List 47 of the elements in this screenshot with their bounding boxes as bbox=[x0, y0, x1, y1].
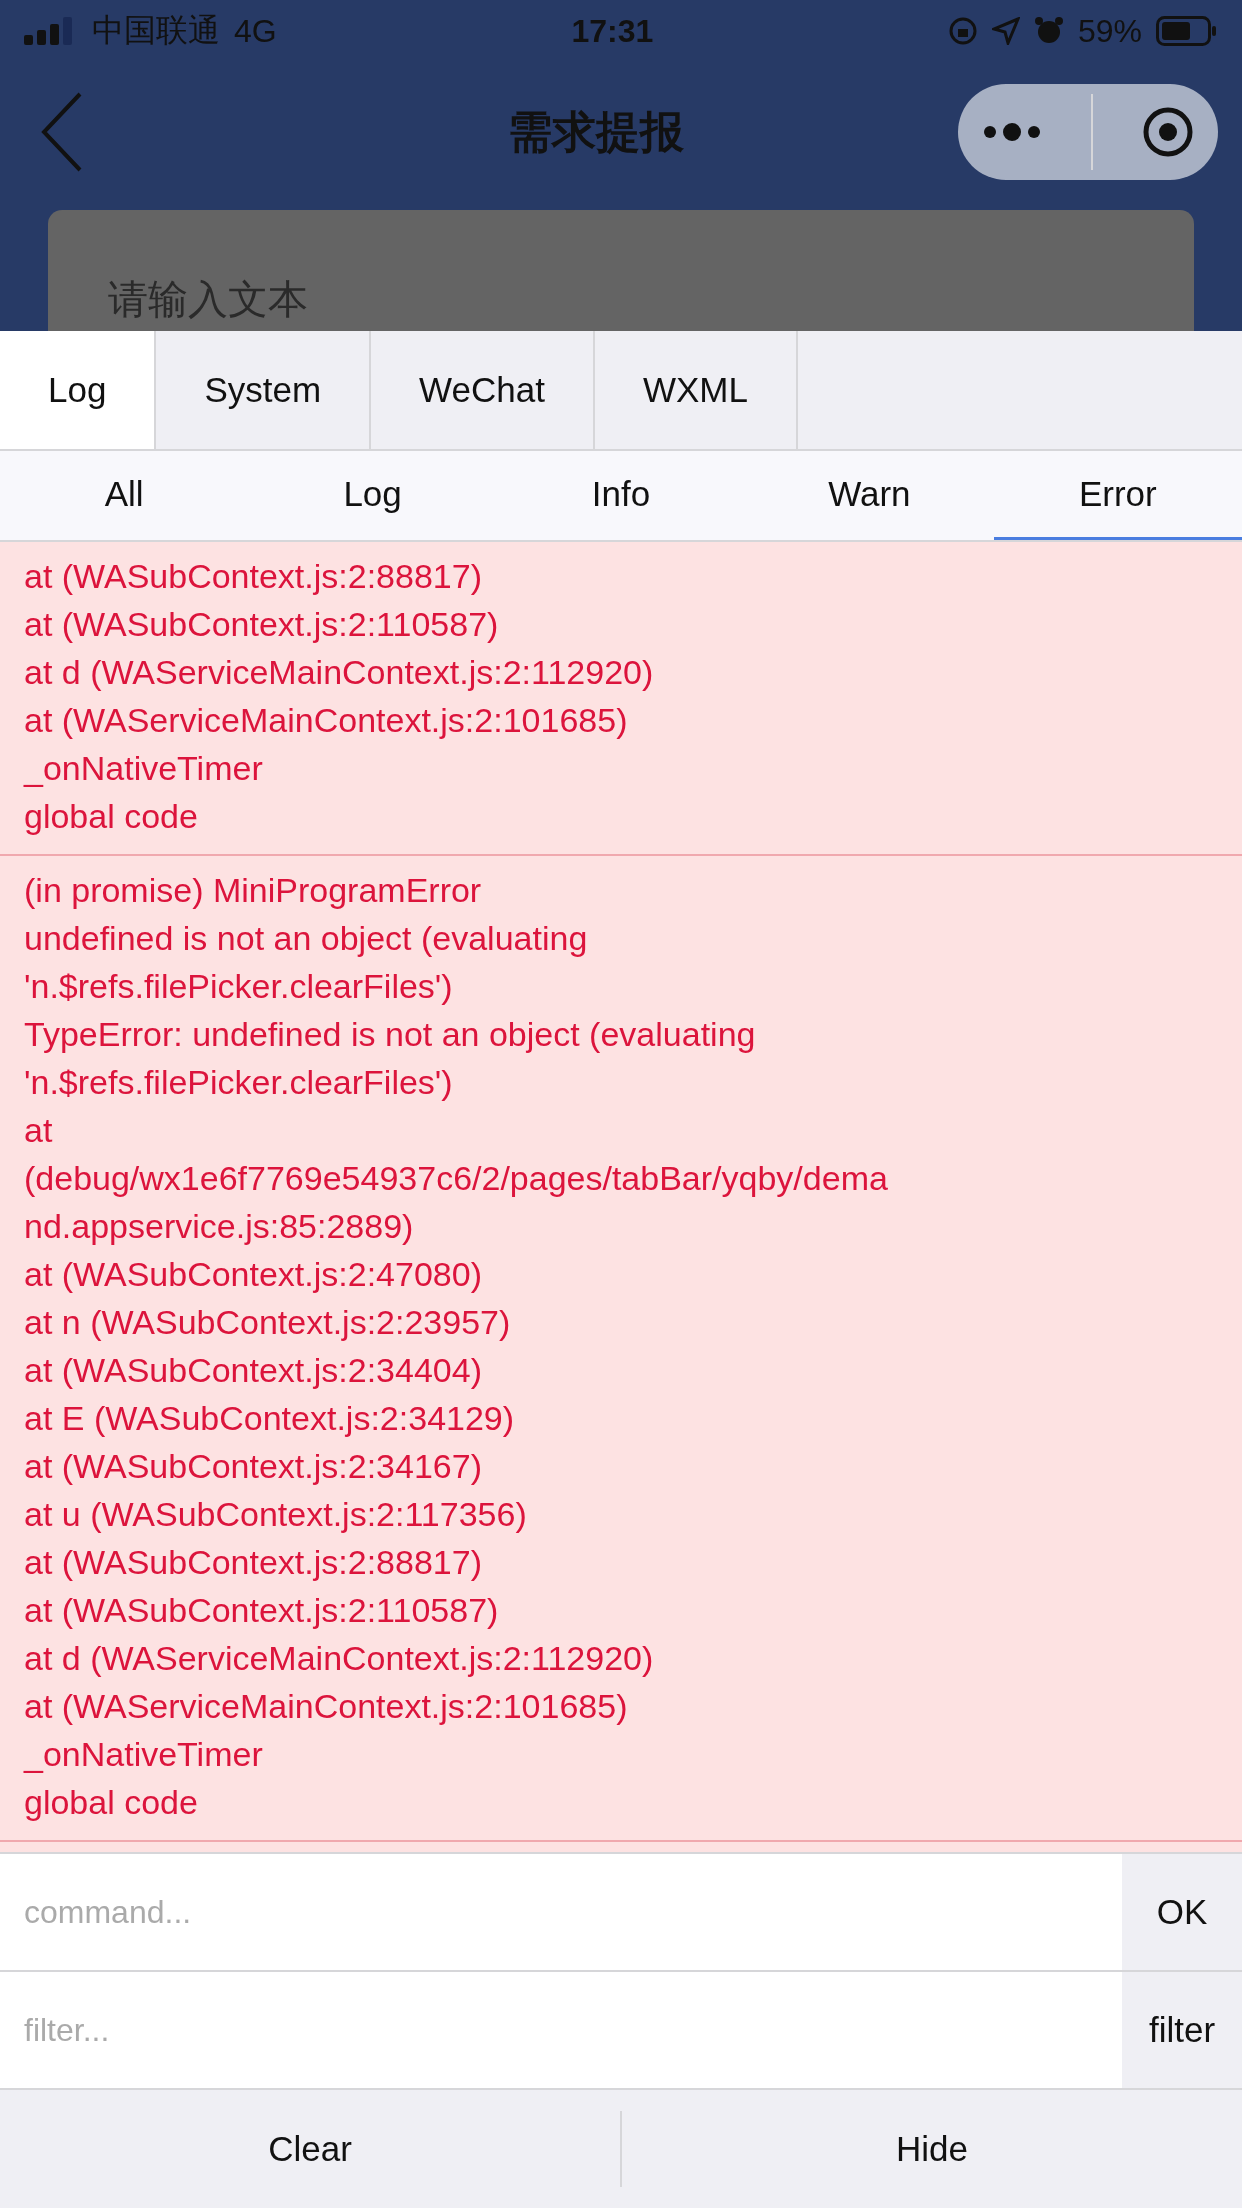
footer-button[interactable]: Hide bbox=[622, 2090, 1242, 2208]
log-line: (debug/wx1e6f7769e54937c6/2/pages/tabBar/yqby/dema bbox=[24, 1158, 889, 1199]
log-line: nd.appservice.js:85:2889) bbox=[24, 1206, 415, 1247]
log-line: at E (WASubContext.js:2:34129) bbox=[24, 1398, 516, 1439]
battery-percent: 59% bbox=[1077, 12, 1142, 50]
log-line: _onNativeTimer bbox=[24, 748, 264, 789]
log-line: at bbox=[24, 1110, 54, 1151]
filter-button[interactable]: filter bbox=[1122, 1972, 1242, 2088]
log-line: TypeError: undefined is not an object (evaluating bbox=[24, 1014, 757, 1055]
level-tab[interactable]: All bbox=[0, 451, 249, 540]
level-tab[interactable]: Info bbox=[496, 451, 746, 540]
log-line: at (WASubContext.js:2:34167) bbox=[24, 1446, 483, 1487]
log-line: at u (WASubContext.js:2:117356) bbox=[24, 1494, 528, 1535]
more-icon[interactable] bbox=[982, 122, 1043, 142]
log-line: global code bbox=[24, 796, 199, 837]
level-tab[interactable]: Log bbox=[248, 451, 497, 540]
log-line: global code bbox=[24, 1782, 199, 1823]
log-line: at (WAServiceMainContext.js:2:101685) bbox=[24, 700, 629, 741]
alarm-clock-icon bbox=[1033, 16, 1064, 46]
input-placeholder: 请输入文本 bbox=[108, 276, 308, 323]
level-tab[interactable]: Warn bbox=[745, 451, 994, 540]
log-line: at d (WAServiceMainContext.js:2:112920) bbox=[24, 652, 655, 693]
footer-button[interactable]: Clear bbox=[0, 2090, 620, 2208]
log-line: 'n.$refs.filePicker.clearFiles') bbox=[24, 966, 454, 1007]
log-line: at (WASubContext.js:2:110587) bbox=[24, 1590, 500, 1631]
log-line: _onNativeTimer bbox=[24, 1734, 264, 1775]
log-line: at d (WAServiceMainContext.js:2:112920) bbox=[24, 1638, 655, 1679]
panel-tab[interactable]: Log bbox=[0, 331, 157, 449]
carrier-name: 中国联通 bbox=[92, 11, 220, 50]
page-title: 需求提报 bbox=[508, 105, 684, 158]
clock-time: 17:31 bbox=[571, 12, 654, 50]
log-line: at (WASubContext.js:2:88817) bbox=[24, 556, 483, 597]
log-line: at n (WASubContext.js:2:23957) bbox=[24, 1302, 512, 1343]
log-line: at (WAServiceMainContext.js:2:101685) bbox=[24, 1686, 629, 1727]
close-target-icon[interactable] bbox=[1141, 106, 1194, 158]
ok-button[interactable]: OK bbox=[1122, 1854, 1242, 1970]
log-line: 'n.$refs.filePicker.clearFiles') bbox=[24, 1062, 454, 1103]
log-line: at (WASubContext.js:2:88817) bbox=[24, 1542, 483, 1583]
log-line: at (WASubContext.js:2:110587) bbox=[24, 604, 500, 645]
log-line: undefined is not an object (evaluating bbox=[24, 918, 589, 959]
log-line: (in promise) MiniProgramError bbox=[24, 870, 483, 911]
location-arrow-icon bbox=[991, 17, 1020, 45]
log-line: at (WASubContext.js:2:47080) bbox=[24, 1254, 483, 1295]
battery-icon bbox=[1156, 16, 1218, 46]
log-line: at (WASubContext.js:2:34404) bbox=[24, 1350, 483, 1391]
network-type: 4G bbox=[234, 12, 277, 50]
rotation-lock-icon bbox=[947, 16, 978, 46]
